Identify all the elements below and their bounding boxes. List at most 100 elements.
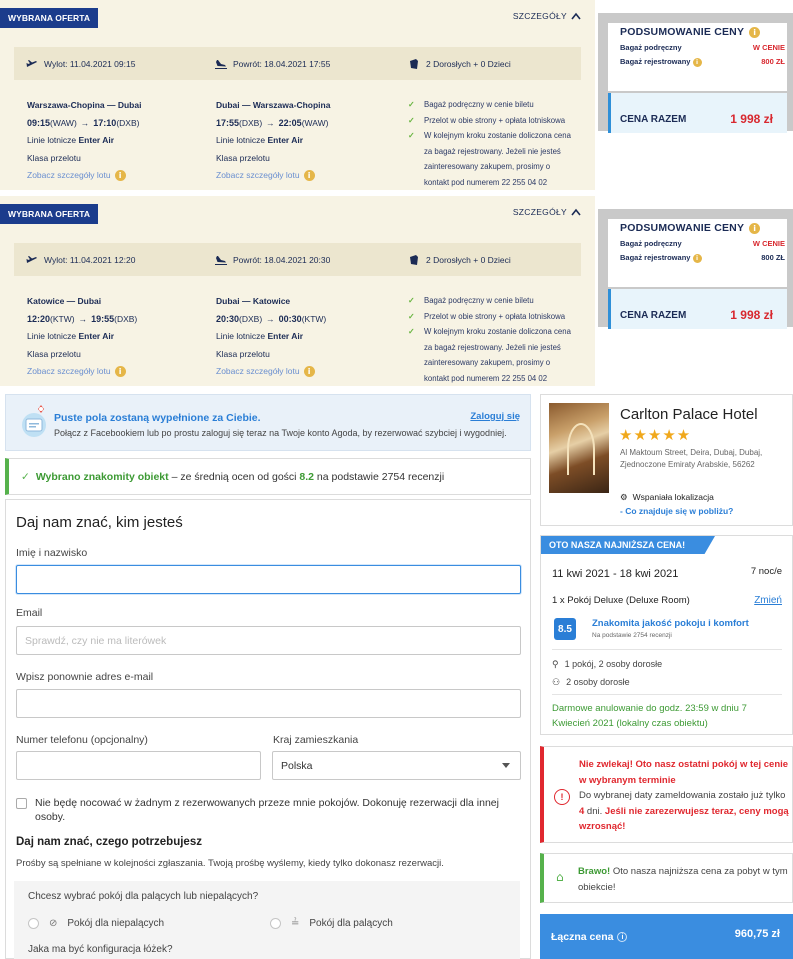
check-icon: ✓ (408, 296, 415, 305)
nearby-link[interactable]: - Co znajduje się w pobliżu? (620, 506, 733, 516)
checked-baggage-value: 800 ZŁ (761, 253, 785, 262)
name-label: Imię i nazwisko (16, 547, 88, 559)
arrow-right-icon: → (80, 117, 90, 128)
summary-title: PODSUMOWANIE CENY (620, 222, 745, 234)
info-icon[interactable]: i (749, 26, 761, 38)
guest-details-form: Daj nam znać, kim jesteś Imię i nazwisko… (5, 499, 531, 959)
hotel-address: Al Maktoum Street, Deira, Dubaj, Dubaj, … (620, 448, 763, 469)
selected-offer-badge: WYBRANA OFERTA (0, 204, 99, 224)
guests-count: ⚇ 2 osoby dorosłe (552, 677, 630, 687)
outbound-times: 09:15(WAW) → 17:10(DXB) (27, 115, 141, 133)
return-info: Powrót: 18.04.2021 20:30 (233, 254, 331, 265)
total-value: 1 998 zł (730, 112, 773, 126)
urgent-headline: Nie zwlekaj! Oto nasz ostatni pokój w te… (579, 759, 789, 786)
info-icon: i (692, 58, 702, 67)
outbound-details-link[interactable]: Zobacz szczegóły lotu i (27, 167, 141, 185)
special-requests-subtitle: Prośby są spełniane w kolejności zgłasza… (16, 858, 444, 869)
return-info: Powrót: 18.04.2021 17:55 (233, 58, 331, 69)
passengers-icon (410, 254, 418, 265)
check-icon: ✓ (21, 470, 30, 483)
smoking-option[interactable]: ≟ Pokój dla palących (270, 918, 393, 929)
info-icon: i (692, 254, 702, 263)
details-toggle[interactable]: SZCZEGÓŁY (513, 207, 581, 217)
details-label: SZCZEGÓŁY (512, 207, 567, 217)
checked-baggage-label: Bagaż rejestrowany i (620, 57, 702, 67)
hand-baggage-label: Bagaż podręczny (620, 43, 682, 52)
return-details-link[interactable]: Zobacz szczegóły lotu i (216, 167, 330, 185)
passengers-info: 2 Dorosłych + 0 Dzieci (426, 58, 511, 69)
room-icon: ⚲ (552, 659, 559, 669)
phone-input[interactable] (16, 751, 261, 780)
outbound-airline: Linie lotnicze Enter Air (27, 331, 115, 341)
room-preferences: Chcesz wybrać pokój dla palących lub nie… (14, 881, 520, 959)
smoking-radio[interactable] (270, 918, 281, 929)
not-staying-option[interactable]: Nie będę nocować w żadnym z rezerwowanyc… (16, 796, 516, 824)
return-flight: Dubai — Katowice 20:30(DXB) → 00:30(KTW) L… (216, 293, 326, 381)
total-price-label: Łączna cena i (551, 931, 628, 943)
total-price-bar: Łączna cena i 960,75 zł (540, 914, 793, 959)
country-label: Kraj zamieszkania (273, 734, 359, 746)
return-details-link[interactable]: Zobacz szczegóły lotu i (216, 363, 326, 381)
outbound-route: Warszawa-Chopina — Dubai (27, 100, 142, 110)
email-label: Email (16, 607, 43, 619)
phone-label: Numer telefonu (opcjonalny) (16, 734, 148, 746)
location-icon: ⚙ (620, 492, 628, 502)
arrow-right-icon: → (78, 313, 88, 324)
email-confirm-input[interactable] (16, 689, 521, 718)
check-icon: ✓ (408, 115, 415, 125)
name-input[interactable] (16, 565, 521, 594)
info-icon: i (114, 366, 126, 378)
hotel-photo[interactable] (549, 403, 609, 493)
return-airline: Linie lotnicze Enter Air (216, 135, 304, 145)
plane-return-icon (215, 255, 227, 265)
change-room-link[interactable]: Zmień (754, 595, 782, 606)
form-title: Daj nam znać, kim jesteś (16, 514, 183, 531)
return-times: 20:30(DXB) → 00:30(KTW) (216, 311, 326, 329)
passengers-icon (410, 58, 418, 69)
details-toggle[interactable]: SZCZEGÓŁY (513, 11, 581, 21)
outbound-details-link[interactable]: Zobacz szczegóły lotu i (27, 363, 137, 381)
email-confirm-label: Wpisz ponownie adres e-mail (16, 671, 154, 683)
outbound-airline: Linie lotnicze Enter Air (27, 135, 115, 145)
hotel-card: Carlton Palace Hotel ★★★★★ Al Maktoum St… (540, 394, 793, 526)
flight-summary-strip: Wylot: 11.04.2021 09:15 Powrót: 18.04.20… (14, 47, 581, 80)
hotel-name: Carlton Palace Hotel (620, 406, 758, 423)
offer-card-1: WYBRANA OFERTA SZCZEGÓŁY Wylot: 11.04.20… (0, 0, 595, 190)
email-input[interactable]: Sprawdź, czy nie ma literówek (16, 626, 521, 655)
caret-down-icon (502, 763, 510, 768)
country-select[interactable]: Polska (272, 751, 521, 780)
lowest-price-banner: OTO NASZA NAJNIŻSZA CENA! (541, 536, 715, 554)
info-icon: i (303, 366, 315, 378)
offer-card-2: WYBRANA OFERTA SZCZEGÓŁY Wylot: 11.04.20… (0, 196, 595, 386)
property-rating-notice: ✓ Wybrano znakomity obiekt – ze średnią … (5, 458, 531, 495)
non-smoking-label: Pokój dla niepalących (67, 918, 165, 929)
outbound-class: Klasa przelotu (27, 152, 81, 163)
flight-summary-strip: Wylot: 11.04.2021 12:20 Powrót: 18.04.20… (14, 243, 581, 276)
no-smoking-icon: ⊘ (49, 918, 58, 929)
login-link[interactable]: Zaloguj się (470, 411, 520, 422)
facebook-prefill-banner: Puste pola zostaną wypełnione za Ciebie.… (5, 394, 531, 451)
info-icon[interactable]: i (617, 932, 628, 942)
return-route: Dubai — Katowice (216, 296, 291, 306)
check-icon: ✓ (408, 311, 415, 321)
info-icon[interactable]: i (749, 222, 761, 234)
plane-return-icon (215, 59, 227, 69)
summary-title: PODSUMOWANIE CENY (620, 26, 745, 38)
total-label: CENA RAZEM (620, 114, 687, 125)
not-staying-checkbox[interactable] (16, 798, 27, 809)
facebook-banner-title: Puste pola zostaną wypełnione za Ciebie. (54, 412, 261, 424)
price-summary-1: CENA RAZEM 1 998 zł PODSUMOWANIE CENY i B… (598, 13, 793, 133)
room-type: 1 x Pokój Deluxe (Deluxe Room) (552, 595, 690, 606)
non-smoking-radio[interactable] (28, 918, 39, 929)
non-smoking-option[interactable]: ⊘ Pokój dla niepalących (28, 918, 164, 929)
return-times: 17:55(DXB) → 22:05(WAW) (216, 115, 330, 133)
best-price-notice: ⌂ Brawo! Oto nasza najniższa cena za pob… (540, 853, 793, 903)
hand-baggage-value: W CENIE (752, 239, 785, 248)
room-quality-reviews: Na podstawie 2754 recenzji (592, 632, 672, 639)
total-label: CENA RAZEM (620, 310, 687, 321)
check-icon: ✓ (408, 327, 415, 336)
star-rating: ★★★★★ (619, 426, 692, 444)
guests-icon: ⚇ (552, 677, 561, 687)
room-score-badge: 8.5 (554, 618, 576, 640)
info-icon: i (114, 170, 126, 182)
